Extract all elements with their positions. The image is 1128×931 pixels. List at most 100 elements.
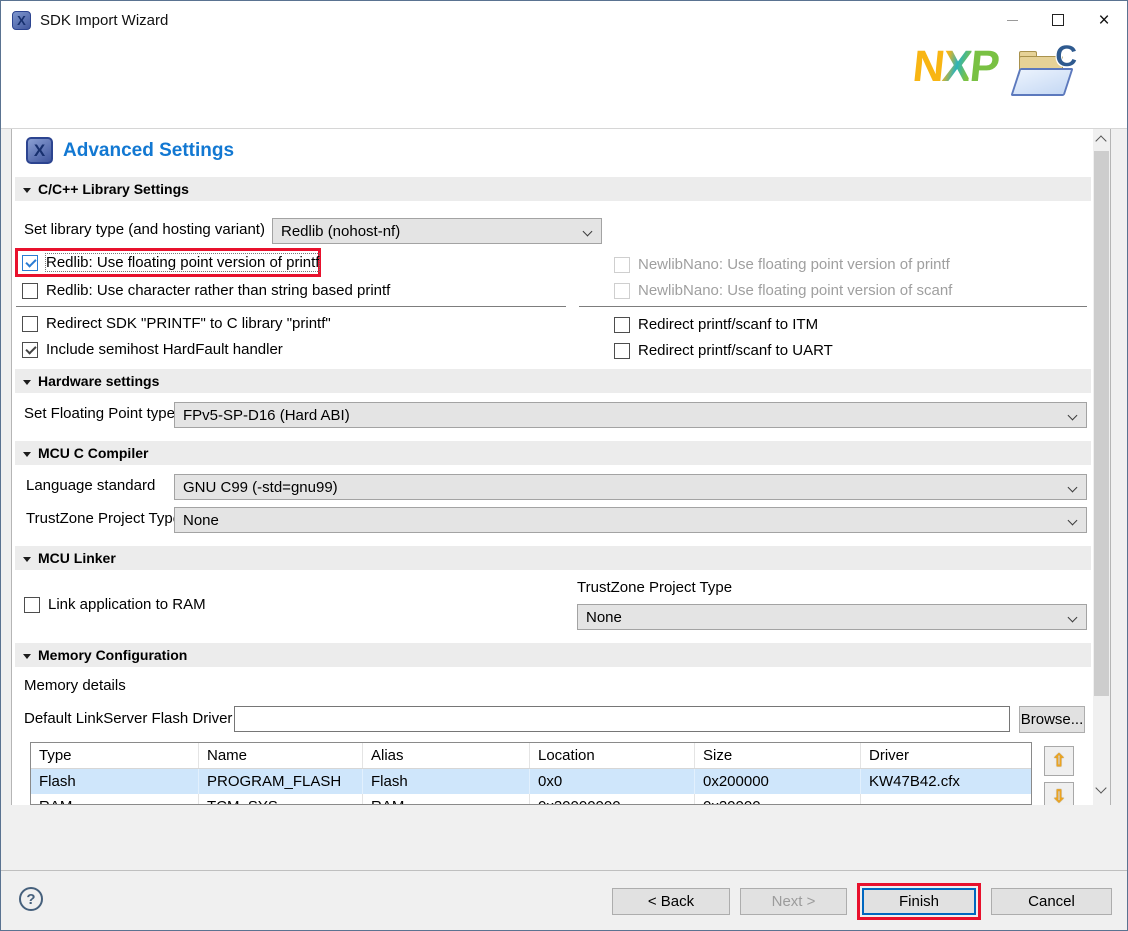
checkbox-box bbox=[614, 256, 630, 273]
collapse-caret-icon bbox=[23, 379, 31, 385]
checkbox-redirect-itm[interactable]: Redirect printf/scanf to ITM bbox=[614, 316, 818, 333]
titlebar: X SDK Import Wizard × bbox=[1, 1, 1127, 39]
flash-driver-input[interactable] bbox=[234, 706, 1010, 732]
checkbox-newlibnano-printf: NewlibNano: Use floating point version o… bbox=[614, 256, 950, 273]
vertical-scrollbar[interactable] bbox=[1093, 129, 1110, 805]
move-down-button[interactable]: ⇩ bbox=[1044, 782, 1074, 805]
minimize-icon bbox=[1006, 19, 1018, 21]
section-mcu-c-compiler[interactable]: MCU C Compiler bbox=[15, 441, 1091, 465]
section-hardware-settings[interactable]: Hardware settings bbox=[15, 369, 1091, 393]
page-title-row: X Advanced Settings bbox=[26, 137, 234, 164]
scrollbar-thumb[interactable] bbox=[1094, 151, 1109, 696]
section-mcu-linker[interactable]: MCU Linker bbox=[15, 546, 1091, 570]
mcuxpresso-app-icon: X bbox=[12, 10, 31, 30]
section-title: Memory Configuration bbox=[38, 647, 188, 663]
window-title: SDK Import Wizard bbox=[40, 11, 169, 29]
linker-trustzone-value: None bbox=[586, 608, 622, 626]
cell-type: RAM bbox=[31, 794, 199, 804]
column-header-name[interactable]: Name bbox=[199, 743, 363, 768]
window-controls: × bbox=[989, 1, 1127, 39]
checkbox-label: Link application to RAM bbox=[48, 596, 206, 613]
checkbox-label: Redlib: Use floating point version of pr… bbox=[44, 253, 321, 272]
column-header-driver[interactable]: Driver bbox=[861, 743, 1031, 768]
divider bbox=[579, 306, 1087, 307]
table-row-ram[interactable]: RAM TCM_SYS RAM 0x20000000 0x20000 bbox=[31, 794, 1031, 804]
floating-point-label: Set Floating Point type bbox=[24, 405, 175, 422]
table-row-flash[interactable]: Flash PROGRAM_FLASH Flash 0x0 0x200000 K… bbox=[31, 769, 1031, 794]
memory-table-header[interactable]: Type Name Alias Location Size Driver bbox=[31, 743, 1031, 769]
memory-table: Type Name Alias Location Size Driver Fla… bbox=[30, 742, 1032, 805]
section-title: Hardware settings bbox=[38, 373, 160, 389]
trustzone-type-label: TrustZone Project Type bbox=[26, 510, 182, 527]
checkbox-redirect-uart[interactable]: Redirect printf/scanf to UART bbox=[614, 342, 833, 359]
header-band: NXP C bbox=[1, 39, 1127, 128]
back-button[interactable]: < Back bbox=[612, 888, 730, 915]
scroll-up-icon[interactable] bbox=[1095, 135, 1107, 147]
checkbox-label: Redlib: Use character rather than string… bbox=[46, 282, 391, 299]
column-header-location[interactable]: Location bbox=[530, 743, 695, 768]
section-title: C/C++ Library Settings bbox=[38, 181, 189, 197]
maximize-icon bbox=[1052, 14, 1064, 26]
collapse-caret-icon bbox=[23, 451, 31, 457]
page-title: Advanced Settings bbox=[63, 139, 235, 161]
next-button: Next > bbox=[740, 888, 847, 915]
checkbox-semihost-hardfault[interactable]: Include semihost HardFault handler bbox=[22, 341, 283, 358]
scroll-down-icon[interactable] bbox=[1095, 782, 1107, 794]
collapse-caret-icon bbox=[23, 653, 31, 659]
move-up-button[interactable]: ⇧ bbox=[1044, 746, 1074, 776]
finish-button[interactable]: Finish bbox=[862, 888, 976, 915]
linker-trustzone-label: TrustZone Project Type bbox=[577, 579, 733, 596]
c-project-folder-icon: C bbox=[1010, 40, 1079, 104]
section-title: MCU Linker bbox=[38, 550, 116, 566]
trustzone-type-combo[interactable]: None bbox=[174, 507, 1087, 533]
checkbox-box bbox=[614, 282, 630, 299]
checkbox-box-checked bbox=[22, 254, 38, 271]
close-icon: × bbox=[1098, 9, 1110, 31]
checkbox-redlib-floating-printf[interactable]: Redlib: Use floating point version of pr… bbox=[22, 253, 321, 272]
chevron-down-icon bbox=[1067, 515, 1078, 526]
minimize-button[interactable] bbox=[989, 1, 1035, 39]
section-library-settings[interactable]: C/C++ Library Settings bbox=[15, 177, 1091, 201]
column-header-type[interactable]: Type bbox=[31, 743, 199, 768]
maximize-button[interactable] bbox=[1035, 1, 1081, 39]
chevron-down-icon bbox=[1067, 482, 1078, 493]
language-standard-label: Language standard bbox=[26, 477, 156, 494]
checkbox-box bbox=[614, 316, 630, 333]
cell-driver bbox=[861, 794, 1031, 804]
column-header-size[interactable]: Size bbox=[695, 743, 861, 768]
memory-details-label: Memory details bbox=[24, 677, 126, 694]
chevron-down-icon bbox=[1067, 410, 1078, 421]
checkbox-link-to-ram[interactable]: Link application to RAM bbox=[24, 596, 206, 613]
cancel-button[interactable]: Cancel bbox=[991, 888, 1112, 915]
cell-driver: KW47B42.cfx bbox=[869, 773, 960, 790]
nxp-logo: NXP bbox=[910, 42, 1000, 91]
checkbox-redirect-sdk-printf[interactable]: Redirect SDK "PRINTF" to C library "prin… bbox=[22, 315, 331, 332]
checkbox-label: NewlibNano: Use floating point version o… bbox=[638, 256, 950, 273]
arrow-down-icon: ⇩ bbox=[1051, 787, 1067, 805]
browse-button[interactable]: Browse... bbox=[1019, 706, 1085, 733]
checkbox-box bbox=[22, 315, 38, 332]
library-type-value: Redlib (nohost-nf) bbox=[281, 222, 401, 240]
checkbox-label: Include semihost HardFault handler bbox=[46, 341, 283, 358]
checkbox-label: Redirect printf/scanf to ITM bbox=[638, 316, 819, 333]
collapse-caret-icon bbox=[23, 187, 31, 193]
library-type-combo[interactable]: Redlib (nohost-nf) bbox=[272, 218, 602, 244]
close-button[interactable]: × bbox=[1081, 1, 1127, 39]
flash-driver-label: Default LinkServer Flash Driver bbox=[24, 710, 233, 727]
arrow-up-icon: ⇧ bbox=[1051, 751, 1067, 770]
cell-type: Flash bbox=[31, 769, 199, 794]
checkbox-box bbox=[22, 282, 38, 299]
cell-alias: RAM bbox=[363, 794, 530, 804]
cell-size: 0x20000 bbox=[695, 794, 861, 804]
column-header-alias[interactable]: Alias bbox=[363, 743, 530, 768]
nxp-letter-p: P bbox=[967, 42, 1000, 91]
checkbox-redlib-character-printf[interactable]: Redlib: Use character rather than string… bbox=[22, 282, 390, 299]
linker-trustzone-combo[interactable]: None bbox=[577, 604, 1087, 630]
trustzone-type-value: None bbox=[183, 511, 219, 529]
help-button[interactable]: ? bbox=[19, 887, 43, 911]
language-standard-combo[interactable]: GNU C99 (-std=gnu99) bbox=[174, 474, 1087, 500]
floating-point-combo[interactable]: FPv5-SP-D16 (Hard ABI) bbox=[174, 402, 1087, 428]
cell-alias: Flash bbox=[363, 769, 530, 794]
section-memory-configuration[interactable]: Memory Configuration bbox=[15, 643, 1091, 667]
annotation-finish: Finish bbox=[857, 883, 981, 920]
